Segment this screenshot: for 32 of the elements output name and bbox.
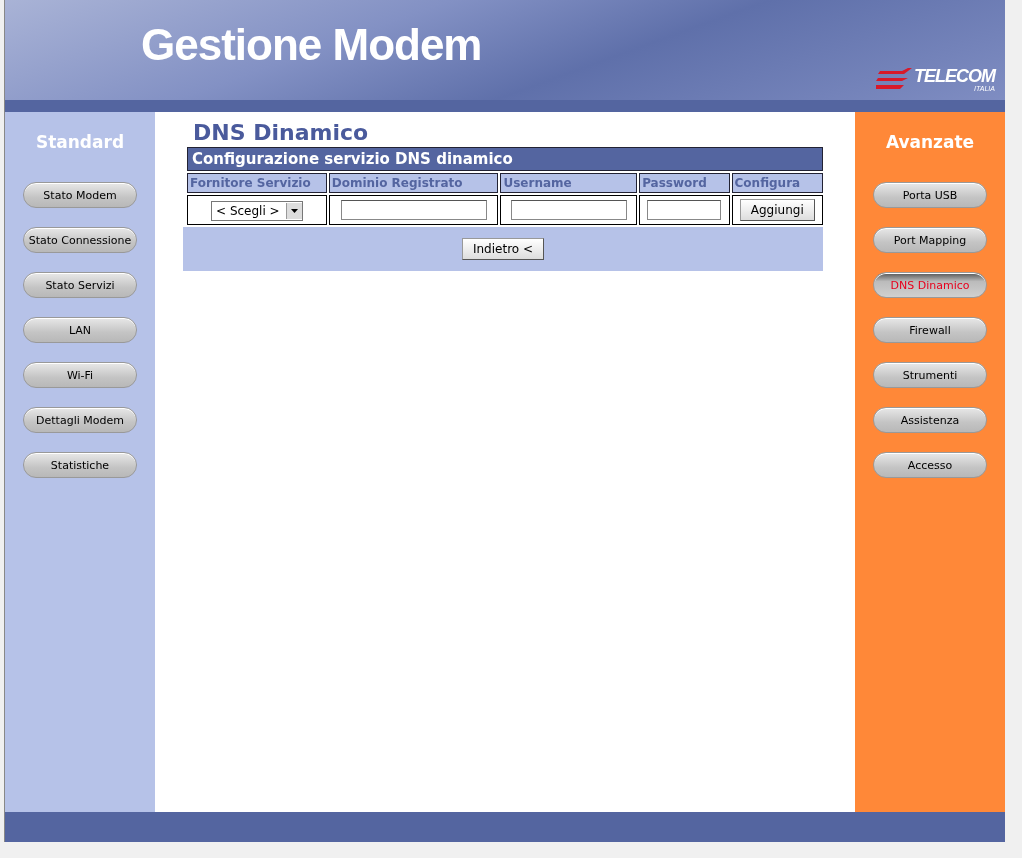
nav-button[interactable]: Firewall [873,317,987,343]
username-input[interactable] [510,200,627,221]
nav-button[interactable]: LAN [23,317,137,343]
nav-button[interactable]: Stato Servizi [23,272,137,298]
password-input[interactable] [647,200,722,221]
nav-button[interactable]: Strumenti [873,362,987,388]
nav-button[interactable]: Accesso [873,452,987,478]
nav-button[interactable]: Stato Modem [23,182,137,208]
nav-button[interactable]: Port Mapping [873,227,987,253]
back-button[interactable]: Indietro < [461,238,545,260]
column-header: Dominio Registrato [328,173,499,193]
nav-button[interactable]: Dettagli Modem [23,407,137,433]
domain-input[interactable] [340,200,487,221]
dropdown-arrow-icon [290,208,298,213]
nav-button[interactable]: Stato Connessione [23,227,137,253]
nav-button[interactable]: Statistiche [23,452,137,478]
table-title: Configurazione servizio DNS dinamico [187,147,823,171]
page-title: Gestione Modem [141,20,482,71]
nav-button[interactable]: Wi-Fi [23,362,137,388]
sidebar-title: Standard [35,132,125,152]
column-header: Fornitore Servizio [187,173,327,193]
add-button[interactable]: Aggiungi [739,199,815,221]
section-title: DNS Dinamico [193,120,370,145]
column-header: Username [500,173,638,193]
sidebar-title: Avanzate [885,132,975,152]
stripes-logo-icon [876,67,912,92]
nav-button[interactable]: Assistenza [873,407,987,433]
column-header: Configura [731,173,823,193]
logo-name: TELECOM [914,67,995,85]
provider-select[interactable]: < Scegli > [211,200,303,221]
column-header: Password [639,173,730,193]
nav-button[interactable]: Porta USB [873,182,987,208]
